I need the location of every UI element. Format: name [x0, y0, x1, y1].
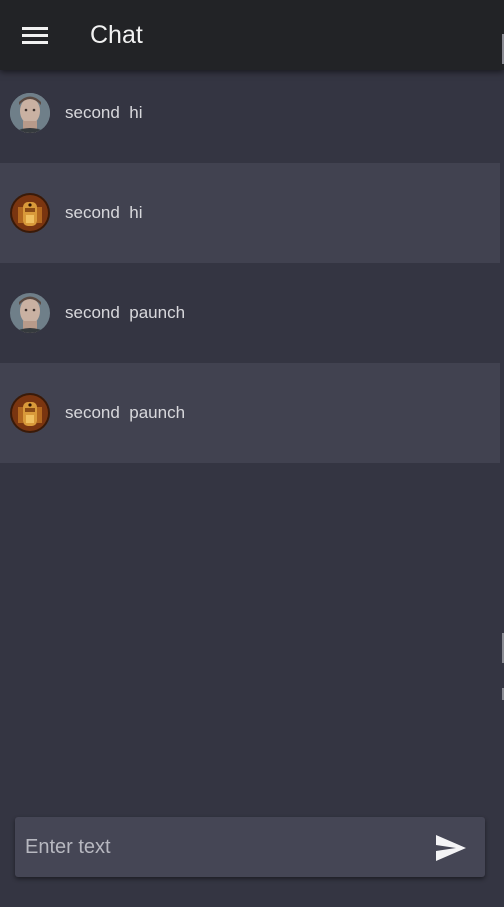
message-text: second hi: [65, 103, 143, 122]
robot-avatar: [10, 193, 50, 233]
menu-icon: [22, 27, 48, 44]
message-text: second paunch: [65, 403, 186, 422]
man-avatar: [10, 93, 50, 133]
menu-button[interactable]: [17, 17, 53, 53]
message-text: second paunch: [65, 303, 186, 322]
message-row: second paunch: [0, 363, 500, 463]
message-list: second hi second hi second paunch second…: [0, 63, 500, 463]
app-bar: Chat: [0, 0, 504, 70]
man-avatar: [10, 293, 50, 333]
message-row: second paunch: [0, 263, 500, 363]
send-button[interactable]: [433, 831, 469, 865]
message-input[interactable]: [25, 827, 415, 867]
message-composer: [15, 817, 485, 877]
message-text: second hi: [65, 203, 143, 222]
send-icon: [436, 835, 466, 861]
page-title: Chat: [90, 21, 143, 49]
chat-app: Chat second hi second hi second paunch s…: [0, 0, 504, 907]
message-row: second hi: [0, 63, 500, 163]
robot-avatar: [10, 393, 50, 433]
message-row: second hi: [0, 163, 500, 263]
